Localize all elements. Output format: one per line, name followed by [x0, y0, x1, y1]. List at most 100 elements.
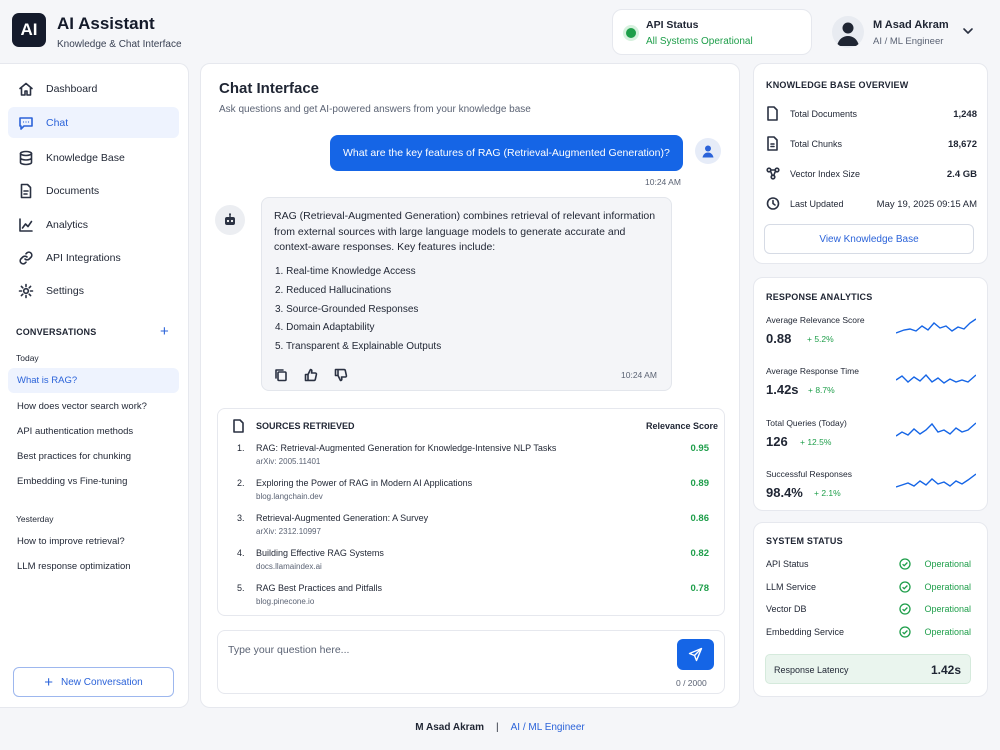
gear-icon	[18, 283, 34, 298]
system-status: SYSTEM STATUS API Status Operational LLM…	[753, 522, 988, 697]
metric-label: Successful Responses	[766, 469, 852, 479]
kb-value: 18,672	[947, 139, 977, 150]
kb-label: Vector Index Size	[790, 169, 861, 179]
feature-item: 2. Reduced Hallucinations	[275, 285, 392, 296]
nav-item-settings[interactable]: Settings	[8, 275, 179, 306]
robot-icon	[225, 213, 235, 225]
database-icon	[19, 150, 33, 165]
plus-icon: +	[44, 673, 54, 691]
conversation-item[interactable]: How to improve retrieval?	[8, 529, 179, 554]
system-status-heading: SYSTEM STATUS	[766, 536, 843, 546]
source-row[interactable]: 4. Building Effective RAG Systems docs.l…	[237, 548, 712, 578]
send-button[interactable]	[677, 639, 714, 670]
footer-separator: |	[496, 722, 499, 733]
nav-item-dashboard[interactable]: Dashboard	[8, 73, 179, 104]
conversation-item[interactable]: API authentication methods	[8, 419, 179, 444]
analytics-heading: RESPONSE ANALYTICS	[766, 292, 873, 302]
source-row[interactable]: 1. RAG: Retrieval-Augmented Generation f…	[237, 443, 712, 473]
conversation-item[interactable]: Best practices for chunking	[8, 444, 179, 469]
nav-item-documents[interactable]: Documents	[8, 175, 179, 206]
status-row: Embedding Service Operational	[766, 625, 971, 641]
conversation-item[interactable]: What is RAG?	[8, 368, 179, 393]
app-subtitle: Knowledge & Chat Interface	[57, 39, 182, 50]
document-icon	[232, 419, 245, 433]
sparkline-chart	[896, 373, 976, 384]
conversation-item[interactable]: Embedding vs Fine-tuning	[8, 469, 179, 494]
clock-icon	[766, 197, 780, 210]
source-number: 2.	[237, 478, 245, 488]
character-count: 0 / 2000	[676, 678, 707, 688]
nav-item-chat[interactable]: Chat	[8, 107, 179, 138]
assistant-message-bubble: RAG (Retrieval-Augmented Generation) com…	[261, 197, 672, 391]
knowledge-base-overview: KNOWLEDGE BASE OVERVIEW Total Documents …	[753, 63, 988, 264]
sparkline-chart	[896, 318, 976, 334]
page-subtitle: Ask questions and get AI-powered answers…	[219, 104, 531, 115]
add-conversation-icon[interactable]: +	[160, 323, 169, 340]
document-icon	[20, 183, 32, 198]
conversation-item[interactable]: LLM response optimization	[8, 554, 179, 579]
nav-item-analytics[interactable]: Analytics	[8, 209, 179, 240]
thumbs-up-icon[interactable]	[304, 368, 318, 382]
source-title[interactable]: Retrieval-Augmented Generation: A Survey	[256, 513, 428, 523]
kb-value: 2.4 GB	[946, 169, 977, 180]
api-status-card: API Status All Systems Operational	[612, 9, 812, 55]
source-number: 5.	[237, 583, 245, 593]
source-row[interactable]: 5. RAG Best Practices and Pitfalls blog.…	[237, 583, 712, 613]
kb-label: Total Documents	[790, 109, 858, 119]
source-score: 0.78	[690, 583, 710, 594]
vector-icon	[766, 167, 780, 180]
thumbs-down-icon[interactable]	[334, 368, 348, 382]
source-title[interactable]: Exploring the Power of RAG in Modern AI …	[256, 478, 472, 488]
view-knowledge-base-button[interactable]: View Knowledge Base	[764, 224, 974, 254]
status-value: Operational	[924, 582, 971, 592]
source-number: 3.	[237, 513, 245, 523]
nav-item-api-integrations[interactable]: API Integrations	[8, 242, 179, 273]
source-url: blog.pinecone.io	[256, 597, 315, 606]
status-label: API Status	[766, 559, 809, 569]
home-icon	[19, 82, 33, 96]
source-row[interactable]: 2. Exploring the Power of RAG in Modern …	[237, 478, 712, 508]
new-conversation-button[interactable]: + New Conversation	[13, 667, 174, 697]
source-score: 0.89	[690, 478, 710, 489]
source-url: docs.llamaindex.ai	[256, 562, 322, 571]
response-analytics: RESPONSE ANALYTICS Average Relevance Sco…	[753, 277, 988, 511]
group-label-yesterday: Yesterday	[16, 514, 54, 524]
relevance-score-header: Relevance Score	[646, 421, 719, 431]
group-label-today: Today	[16, 353, 39, 363]
chevron-down-icon[interactable]	[962, 26, 974, 36]
feature-item: 1. Real-time Knowledge Access	[275, 266, 416, 277]
metric-delta: + 12.5%	[800, 437, 832, 447]
source-url: arXiv: 2312.10997	[256, 527, 321, 536]
feature-item: 4. Domain Adaptability	[275, 322, 375, 333]
source-score: 0.95	[690, 443, 710, 454]
source-row[interactable]: 3. Retrieval-Augmented Generation: A Sur…	[237, 513, 712, 543]
api-status-title: API Status	[646, 19, 699, 31]
message-composer: 0 / 2000	[217, 630, 725, 694]
source-url: arXiv: 2005.11401	[256, 457, 321, 466]
document-icon	[767, 106, 778, 121]
user-avatar[interactable]	[832, 16, 864, 48]
conversation-item[interactable]: How does vector search work?	[8, 394, 179, 419]
metric-delta: + 2.1%	[814, 488, 841, 498]
kb-label: Total Chunks	[790, 139, 843, 149]
response-latency: Response Latency 1.42s	[765, 654, 971, 684]
source-title[interactable]: Building Effective RAG Systems	[256, 548, 384, 558]
copy-icon[interactable]	[274, 368, 288, 382]
kb-value: May 19, 2025 09:15 AM	[876, 199, 977, 210]
status-label: Embedding Service	[766, 627, 845, 637]
source-number: 1.	[237, 443, 245, 453]
new-conversation-label: New Conversation	[61, 676, 143, 688]
source-title[interactable]: RAG: Retrieval-Augmented Generation for …	[256, 443, 556, 453]
source-title[interactable]: RAG Best Practices and Pitfalls	[256, 583, 382, 593]
feature-item: 3. Source-Grounded Responses	[275, 304, 419, 315]
status-label: Vector DB	[766, 604, 807, 614]
status-value: Operational	[924, 559, 971, 569]
metric-successful-responses: Successful Responses 98.4% + 2.1%	[766, 469, 981, 517]
sources-heading: SOURCES RETRIEVED	[256, 421, 355, 431]
status-row: API Status Operational	[766, 557, 971, 573]
metric-label: Average Response Time	[766, 366, 859, 376]
status-row: Vector DB Operational	[766, 602, 971, 618]
question-input[interactable]	[228, 640, 668, 660]
nav-item-knowledge-base[interactable]: Knowledge Base	[8, 142, 179, 173]
nav-label: API Integrations	[46, 251, 121, 264]
